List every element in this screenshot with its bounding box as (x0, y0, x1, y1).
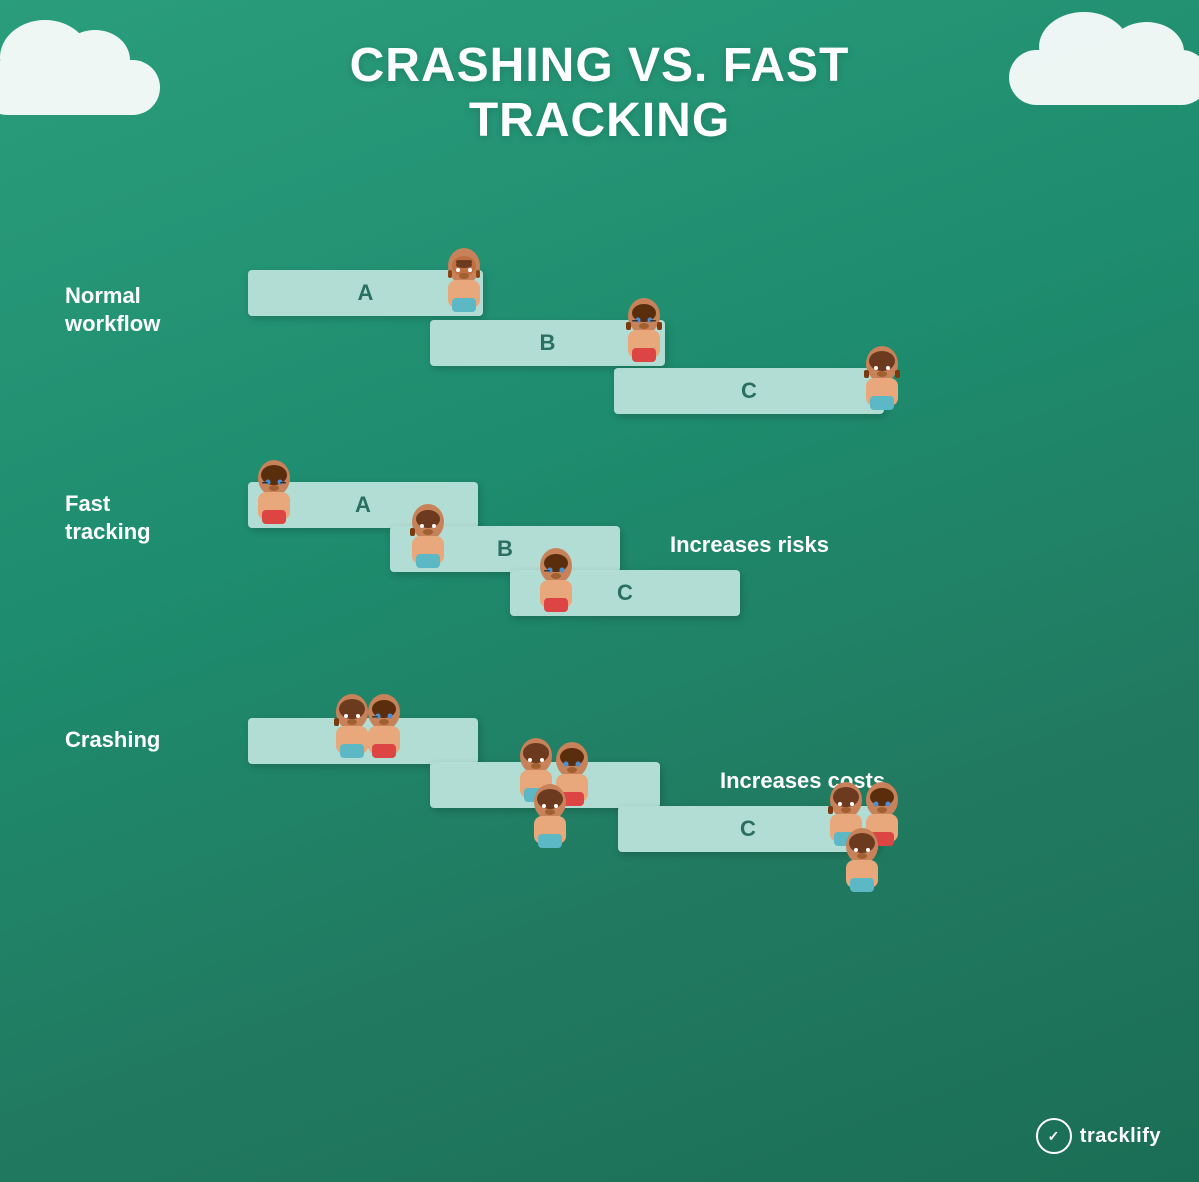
background: CRASHING VS. FAST TRACKING Normal workfl… (0, 0, 1199, 1182)
avatar-normal-c (856, 346, 908, 424)
normal-workflow-label: Normal workflow (65, 282, 160, 337)
tracklify-logo: ✓ tracklify (1036, 1118, 1161, 1154)
avatar-normal-a (438, 248, 490, 326)
avatar-fast-a-start (248, 460, 300, 538)
fast-tracking-label: Fast tracking (65, 490, 151, 545)
fast-note: Increases risks (670, 532, 829, 558)
avatar-crash-b3 (524, 784, 576, 862)
crashing-label: Crashing (65, 726, 160, 754)
avatar-fast-b (402, 504, 454, 582)
avatar-fast-c (530, 548, 582, 626)
avatar-crash-a2 (358, 694, 410, 772)
avatar-crash-c3 (836, 828, 888, 906)
cloud-right (1009, 50, 1199, 105)
tracklify-label: tracklify (1080, 1125, 1161, 1148)
avatar-normal-b (618, 298, 670, 376)
cloud-left (0, 60, 160, 115)
tracklify-icon: ✓ (1036, 1118, 1072, 1154)
